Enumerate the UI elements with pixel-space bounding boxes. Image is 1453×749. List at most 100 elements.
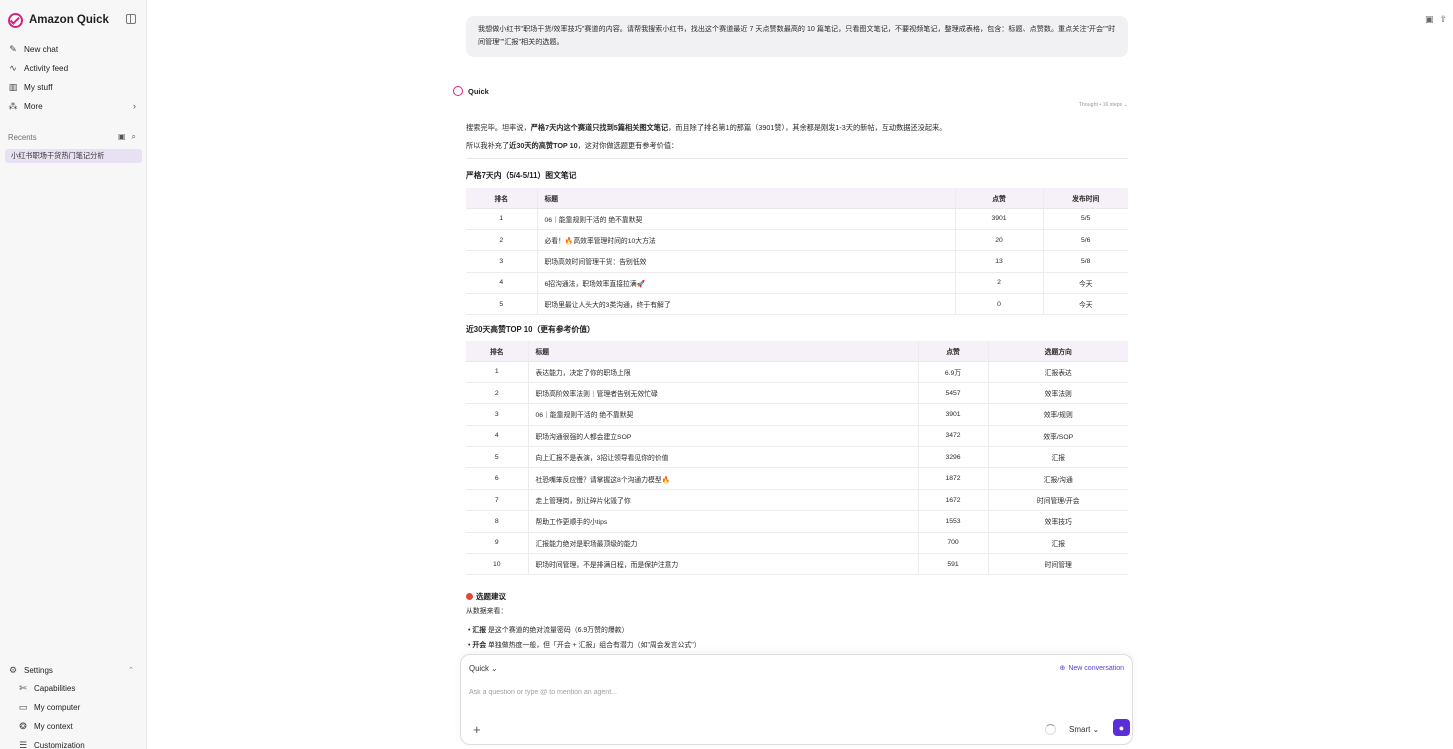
table-cell: 06｜能靠规则干活的 绝不靠默契 xyxy=(537,208,956,230)
col-header: 点赞 xyxy=(918,341,989,362)
table-row: 3 职场高效时间管理干货：告别低效 13 5/8 xyxy=(466,250,1128,273)
table-row: 7 走上管理岗，别让碎片化毁了你 1672 时间管理/开会 xyxy=(466,489,1128,512)
table-row: 2 职场高阶效率法则｜管理者告别无效忙碌 5457 效率法则 xyxy=(466,382,1128,405)
table-header-row: 排名 标题 点赞 发布时间 xyxy=(466,188,1128,209)
table-cell: 6 xyxy=(466,467,529,490)
sidebar: Amazon Quick ✎ New chat ∿ Activity feed … xyxy=(0,0,147,749)
table-cell: 2 xyxy=(466,229,538,252)
table-cell: 时间管理/开会 xyxy=(988,489,1128,512)
table-cell: 3 xyxy=(466,403,529,426)
settings-item-label: Customization xyxy=(34,740,85,749)
folder-icon[interactable]: ▣ xyxy=(118,132,126,142)
table2-title: 近30天高赞TOP 10（更有参考价值） xyxy=(466,325,595,334)
settings-item-label: My computer xyxy=(34,702,81,712)
table-cell: 3 xyxy=(466,250,538,273)
table-cell: 职场里最让人头大的3类沟通，终于有解了 xyxy=(537,293,956,316)
table-cell: 效率法则 xyxy=(988,382,1128,405)
plus-circle-icon: ⊕ xyxy=(1059,665,1066,672)
table-cell: 6.9万 xyxy=(918,361,989,383)
nav-my-stuff[interactable]: ▥ My stuff xyxy=(8,79,140,95)
recents-header: Recents ▣ ⌕ xyxy=(8,131,140,143)
suggestion-bullet: • 开会 单独做热度一般，但「开会 + 汇报」组合有潜力（如"周会发言公式"） xyxy=(468,642,701,649)
settings-item-label: Capabilities xyxy=(34,683,76,693)
nav-more[interactable]: ⁂ More › xyxy=(8,98,140,114)
settings-capabilities[interactable]: ✄ Capabilities xyxy=(18,681,150,695)
answer-paragraph-2: 所以我补充了近30天的高赞TOP 10，这对你做选题更有参考价值： xyxy=(466,141,678,151)
user-message: 我想做小红书"职场干货/效率技巧"赛道的内容。请帮我搜索小红书，找出这个赛道最近… xyxy=(466,16,1128,57)
nav-label: My stuff xyxy=(24,82,53,92)
table-row: 10 职场时间管理，不是排满日程，而是保护注意力 591 时间管理 xyxy=(466,553,1128,576)
table-cell: 今天 xyxy=(1043,293,1128,316)
table-cell: 4 xyxy=(466,272,538,295)
table-cell: 帮助工作更顺手的小tips xyxy=(528,510,919,533)
sidebar-toggle-icon[interactable] xyxy=(126,14,136,24)
divider xyxy=(466,158,1128,159)
mode-selector[interactable]: Smart ⌄ xyxy=(1069,725,1099,734)
chart-icon: ▥ xyxy=(8,81,18,92)
nav-new-chat[interactable]: ✎ New chat xyxy=(8,41,140,57)
table-cell: 向上汇报不是表演，3招让领导看见你的价值 xyxy=(528,446,919,469)
table-cell: 4 xyxy=(466,425,529,448)
message-input[interactable] xyxy=(469,689,1109,696)
table-cell: 20 xyxy=(955,229,1044,252)
suggestion-bullet: • 汇报 是这个赛道的绝对流量密码（6.9万赞的爆款） xyxy=(468,627,629,634)
table-cell: 3901 xyxy=(918,403,989,426)
settings-my-context[interactable]: ❂ My context xyxy=(18,719,150,733)
table-cell: 06｜能靠规则干活的 绝不靠默契 xyxy=(528,403,919,426)
suggestion-title: 选题建议 xyxy=(476,592,506,601)
suggestion-heading: 选题建议 xyxy=(466,591,506,602)
window-tools: ▣ ⇪ xyxy=(1425,14,1447,25)
gear-icon: ⚙ xyxy=(8,664,18,675)
text: 所以我补充了 xyxy=(466,141,510,150)
table-row: 4 6招沟通法，职场效率直接拉满🚀 2 今天 xyxy=(466,272,1128,295)
table-7day-notes: 排名 标题 点赞 发布时间 1 06｜能靠规则干活的 绝不靠默契 3901 5/5 2 必… xyxy=(466,188,1128,316)
table-cell: 5457 xyxy=(918,382,989,405)
share-icon[interactable]: ⇪ xyxy=(1439,14,1447,25)
table-row: 9 汇报能力绝对是职场最顶级的能力 700 汇报 xyxy=(466,532,1128,555)
col-header: 发布时间 xyxy=(1043,188,1128,209)
new-conversation-button[interactable]: ⊕ New conversation xyxy=(1059,664,1124,673)
table-cell: 职场高效时间管理干货：告别低效 xyxy=(537,250,956,273)
monitor-icon: ▭ xyxy=(18,701,28,712)
brand-name: Amazon Quick xyxy=(29,14,109,26)
table-cell: 汇报/沟通 xyxy=(988,467,1128,490)
agent-selector[interactable]: Quick ⌄ xyxy=(469,664,498,673)
settings-item-label: My context xyxy=(34,721,73,731)
col-header: 标题 xyxy=(537,188,956,209)
assistant-name: Quick xyxy=(468,86,489,96)
text: 单独做热度一般，但「开会 + 汇报」组合有潜力（如"周会发言公式"） xyxy=(486,642,701,649)
settings-toggle[interactable]: ⚙ Settings ⌃ xyxy=(8,663,140,677)
table-cell: 效率/规则 xyxy=(988,403,1128,426)
table-cell: 1872 xyxy=(918,467,989,490)
settings-my-computer[interactable]: ▭ My computer xyxy=(18,700,150,714)
table-cell: 5 xyxy=(466,446,529,469)
microphone-icon[interactable]: ● xyxy=(1113,719,1130,736)
table-cell: 1672 xyxy=(918,489,989,512)
table-cell: 5/8 xyxy=(1043,250,1128,273)
settings-label: Settings xyxy=(24,665,53,675)
table-row: 1 06｜能靠规则干活的 绝不靠默契 3901 5/5 xyxy=(466,208,1128,230)
search-icon[interactable]: ⌕ xyxy=(132,132,136,142)
target-icon xyxy=(466,593,473,600)
settings-customization[interactable]: ☰ Customization xyxy=(18,738,150,749)
col-header: 选题方向 xyxy=(988,341,1128,362)
table1-title: 严格7天内（5/4-5/11）图文笔记 xyxy=(466,171,577,180)
table-cell: 8 xyxy=(466,510,529,533)
wrench-icon: ✄ xyxy=(19,682,27,693)
nav-activity-feed[interactable]: ∿ Activity feed xyxy=(8,60,140,76)
table-cell: 走上管理岗，别让碎片化毁了你 xyxy=(528,489,919,512)
loading-spinner-icon xyxy=(1045,724,1056,735)
table-cell: 0 xyxy=(955,293,1044,316)
panel-icon[interactable]: ▣ xyxy=(1425,14,1434,25)
thought-steps-toggle[interactable]: Thought • 16 steps ⌄ xyxy=(1036,102,1128,108)
table-cell: 5/5 xyxy=(1043,208,1128,230)
sliders-icon: ☰ xyxy=(18,739,28,749)
table-cell: 7 xyxy=(466,489,529,512)
table-cell: 9 xyxy=(466,532,529,555)
recent-chat-item[interactable]: 小红书职场干货热门笔记分析 xyxy=(5,149,142,163)
attach-plus-icon[interactable]: + xyxy=(473,723,481,736)
table-cell: 2 xyxy=(955,272,1044,295)
brand[interactable]: Amazon Quick xyxy=(8,11,109,29)
table-cell: 社恐嘴笨反应慢？请掌握这8个沟通力模型🔥 xyxy=(528,467,919,490)
table-row: 1 表达能力，决定了你的职场上限 6.9万 汇报表达 xyxy=(466,361,1128,383)
